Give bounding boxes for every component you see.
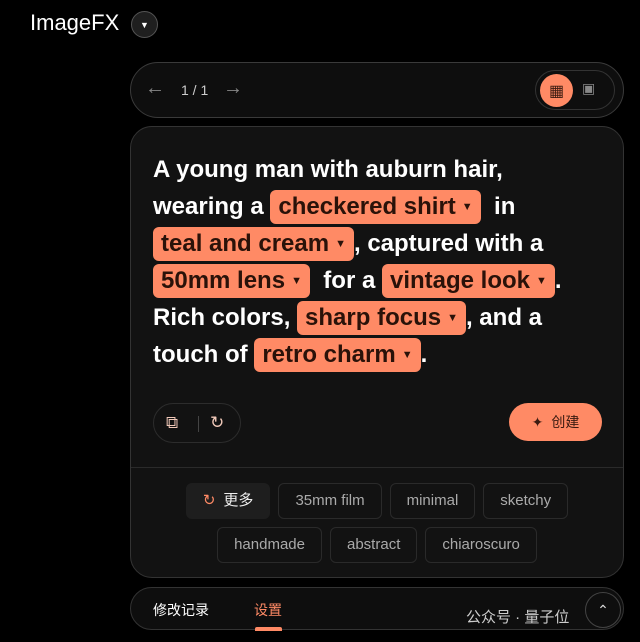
caret-down-icon: ▼ xyxy=(335,238,346,251)
create-button[interactable]: ✦ 创建 xyxy=(509,403,602,441)
grid-view-icon[interactable]: ▦ xyxy=(540,74,573,107)
prompt-tools: ⧉ ↻ xyxy=(153,403,241,443)
prompt-text[interactable]: A young man with auburn hair, wearing a c… xyxy=(153,151,603,373)
prompt-text-segment: , captured with a xyxy=(353,230,544,257)
arrow-left-icon[interactable]: ← xyxy=(145,77,165,100)
prompt-text-segment: . xyxy=(420,341,428,368)
suggestion-chip[interactable]: 35mm film xyxy=(278,483,382,519)
bottom-tabs: 修改记录 设置 公众号 · 量子位 ⌃ xyxy=(130,587,624,631)
prompt-text-segment: Rich colors, xyxy=(153,304,298,331)
divider xyxy=(198,416,199,432)
single-view-icon[interactable]: ▣ xyxy=(582,80,595,97)
chevron-up-icon[interactable]: ⌃ xyxy=(585,592,621,628)
prompt-line: Rich colors, sharp focus ▼ , and a xyxy=(153,299,603,336)
caret-down-icon: ▼ xyxy=(461,201,473,214)
prompt-text-segment: , and a xyxy=(465,304,542,331)
more-label: 更多 xyxy=(223,492,254,509)
chip-label: checkered shirt xyxy=(278,193,456,220)
caret-down-icon: ▼ xyxy=(536,275,547,288)
tab-history[interactable]: 修改记录 xyxy=(153,600,209,620)
active-tab-indicator xyxy=(255,627,282,631)
prompt-line: 50mm lens ▼ for a vintage look ▼. xyxy=(153,262,603,299)
prompt-chip-dropdown[interactable]: retro charm ▼ xyxy=(254,338,421,373)
suggestion-chip[interactable]: handmade xyxy=(217,527,322,563)
refresh-icon: ↻ xyxy=(202,492,216,509)
prompt-line: teal and cream ▼ , captured with a xyxy=(153,225,603,262)
caret-down-icon: ▼ xyxy=(291,275,302,288)
prompt-chip-dropdown[interactable]: vintage look ▼ xyxy=(381,264,555,299)
prompt-text-segment: touch of xyxy=(153,341,255,368)
chip-label: teal and cream xyxy=(161,230,330,257)
page-indicator: 1 / 1 xyxy=(181,82,209,98)
suggestion-chip[interactable]: sketchy xyxy=(483,483,569,519)
tab-settings[interactable]: 设置 xyxy=(254,600,282,620)
prompt-line: A young man with auburn hair, xyxy=(153,151,603,188)
chip-label: vintage look xyxy=(389,267,531,294)
reset-icon[interactable]: ↻ xyxy=(210,413,224,433)
watermark: 公众号 · 量子位 xyxy=(466,609,570,626)
arrow-right-icon[interactable]: → xyxy=(223,77,243,100)
sparkle-icon: ✦ xyxy=(531,413,544,430)
prompt-text-segment: A young man with auburn hair, xyxy=(153,156,503,183)
prompt-line: wearing a checkered shirt ▼ in xyxy=(153,188,603,225)
chip-label: 50mm lens xyxy=(161,267,286,294)
caret-down-icon: ▼ xyxy=(401,349,413,362)
prompt-chip-dropdown[interactable]: teal and cream ▼ xyxy=(153,227,354,262)
prompt-text-segment: in xyxy=(480,193,516,220)
copy-icon[interactable]: ⧉ xyxy=(166,413,178,433)
prompt-card: A young man with auburn hair, wearing a c… xyxy=(130,126,624,578)
chip-label: retro charm xyxy=(262,341,396,368)
prompt-line: touch of retro charm ▼. xyxy=(153,336,603,373)
prompt-chip-dropdown[interactable]: sharp focus ▼ xyxy=(297,301,466,336)
prompt-text-segment: for a xyxy=(309,267,382,294)
suggestion-chip[interactable]: abstract xyxy=(330,527,418,563)
caret-down-icon: ▼ xyxy=(447,312,458,325)
prompt-chip-dropdown[interactable]: 50mm lens ▼ xyxy=(153,264,310,299)
app-menu-dropdown[interactable]: ▼ xyxy=(131,11,158,38)
suggestion-chip[interactable]: minimal xyxy=(389,483,476,519)
more-suggestions-button[interactable]: ↻ 更多 xyxy=(185,483,271,519)
divider xyxy=(131,467,623,468)
prompt-text-segment: wearing a xyxy=(153,193,271,220)
view-toggle: ▦ ▣ xyxy=(535,70,615,110)
app-title: ImageFX xyxy=(30,10,120,35)
prompt-text-segment: . xyxy=(554,267,562,294)
prompt-chip-dropdown[interactable]: checkered shirt ▼ xyxy=(270,190,481,225)
suggestions: ↻ 更多 35mm film minimal sketchy handmade a… xyxy=(131,483,623,571)
pager-bar: ← 1 / 1 → ▦ ▣ xyxy=(130,62,624,118)
suggestion-chip[interactable]: chiaroscuro xyxy=(425,527,537,563)
create-label: 创建 xyxy=(551,414,580,430)
caret-down-icon: ▼ xyxy=(140,19,149,30)
chip-label: sharp focus xyxy=(305,304,442,331)
